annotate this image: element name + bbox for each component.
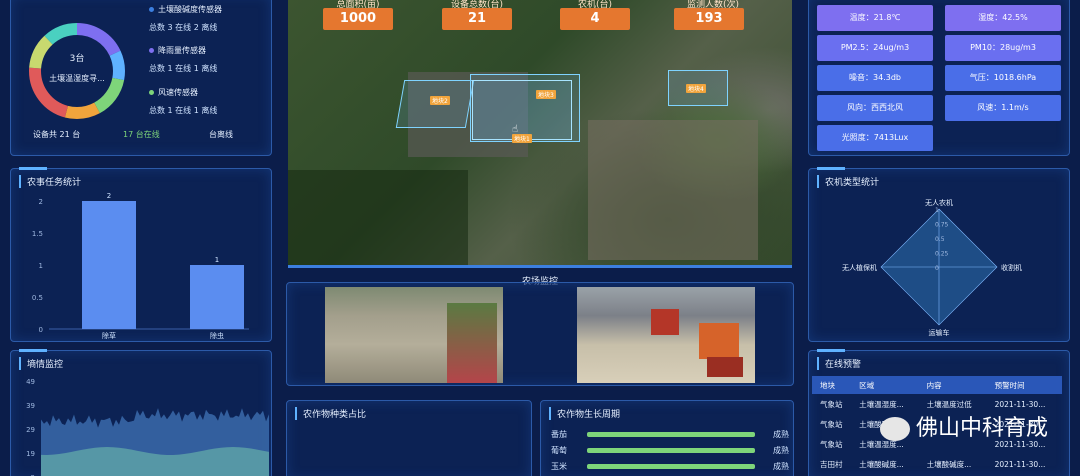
device-offline: 台离线 (209, 130, 233, 139)
crop-ratio-panel: 农作物种类占比 (286, 400, 532, 476)
env-wind-speed: 风速：1.1m/s (945, 95, 1061, 121)
device-item-ph: 土壤酸碱度传感器 (149, 4, 222, 15)
stat-machines-value: 4 (560, 8, 630, 30)
device-panel: 3台 土壤温湿度寻... 土壤酸碱度传感器 总数 3 在线 2 离线 降雨量传感… (10, 0, 272, 156)
growth-title: 农作物生长周期 (549, 407, 620, 420)
y-tick-label: 0 (39, 326, 43, 334)
env-noise: 噪音：34.3db (817, 65, 933, 91)
alarm-cell: 吉田村 (820, 459, 843, 469)
camera-feed-machinery[interactable] (577, 287, 755, 383)
alarm-title: 在线预警 (817, 357, 861, 370)
y-tick-label: 2 (39, 198, 43, 206)
x-tick-label: 除虫 (210, 331, 224, 339)
hand-cursor-icon: ☝ (512, 124, 519, 135)
y-tick-label: 1.5 (32, 230, 43, 238)
stat-area-value: 1000 (323, 8, 393, 30)
bar-data-label: 2 (107, 192, 111, 200)
farm-tasks-bar-chart: 2 1.5 1 0.5 0 2 除草 1 除虫 (32, 192, 249, 339)
alarm-col-area: 区域 (851, 376, 919, 394)
alarm-col-time: 预警时间 (986, 376, 1062, 394)
machine-types-panel: 农机类型统计 无人农机收割机运输车 无人植保机 1 0.75 0.5 0.25 0 (808, 167, 1070, 342)
alarm-col-content: 内容 (918, 376, 987, 394)
y-tick-label: 39 (26, 402, 35, 410)
camera-panel (286, 282, 794, 386)
growth-crop-label: 番茄 (551, 430, 567, 439)
y-tick-label: 29 (26, 426, 35, 434)
y-tick-label: 0.5 (32, 294, 43, 302)
plot-tag-4[interactable]: 地块4 (686, 84, 706, 93)
plot-area-3[interactable] (472, 80, 572, 140)
stat-visits-value: 193 (674, 8, 744, 30)
plot-tag-1[interactable]: 地块1 (512, 134, 532, 143)
alarm-cell: 气象站 (820, 419, 843, 429)
radar-axis-label: 收割机 (1001, 263, 1022, 272)
alarm-table-header: 地块 区域 内容 预警时间 (812, 376, 1062, 394)
table-row[interactable]: 吉田村 土壤酸碱度... 土壤酸碱度... 2021-11-30... (812, 454, 1062, 474)
bar (190, 265, 244, 329)
moisture-panel: 墒情监控 493929199 (10, 349, 272, 476)
radar-tick-label: 0.75 (935, 222, 949, 229)
crop-ratio-title: 农作物种类占比 (295, 407, 366, 420)
radar-tick-label: 0.5 (935, 236, 945, 243)
radar-axis-label: 运输车 (929, 328, 950, 337)
device-item-wind-status: 总数 1 在线 1 离线 (149, 106, 218, 115)
alarm-cell: 气象站 (820, 439, 843, 449)
bar-data-label: 1 (215, 256, 219, 264)
radar-axis-label: 无人农机 (925, 198, 953, 207)
plot-tag-2[interactable]: 地块2 (430, 96, 450, 105)
radar-axis-label: 无人植保机 (842, 263, 877, 272)
growth-progress-bar (587, 464, 755, 469)
env-wind-direction: 风向：西西北风 (817, 95, 933, 121)
y-tick-label: 49 (26, 378, 35, 386)
device-ring-chart: 3台 土壤温湿度寻... (29, 23, 125, 119)
device-item-rain: 降雨量传感器 (149, 45, 206, 56)
env-pm25: PM2.5：24ug/m3 (817, 35, 933, 61)
radar-tick-label: 1 (935, 207, 939, 214)
watermark-text: 佛山中科育成 (880, 410, 1048, 442)
growth-stage-label: 成熟 (773, 430, 789, 439)
machine-types-title: 农机类型统计 (817, 175, 879, 188)
device-item-ph-status: 总数 3 在线 2 离线 (149, 23, 218, 32)
growth-crop-label: 玉米 (551, 462, 567, 471)
farm-map[interactable]: 总面积(亩) 1000 设备总数(台) 21 农机(台) 4 监测人数(次) 1… (288, 0, 792, 268)
alarm-cell: 气象站 (820, 399, 843, 409)
device-online: 17 台在线 (123, 130, 160, 139)
growth-stage-label: 成熟 (773, 462, 789, 471)
growth-stage-label: 成熟 (773, 446, 789, 455)
growth-panel: 农作物生长周期 番茄 成熟 葡萄 成熟 玉米 成熟 (540, 400, 794, 476)
env-pressure: 气压：1018.6hPa (945, 65, 1061, 91)
device-item-rain-status: 总数 1 在线 1 离线 (149, 64, 218, 73)
y-tick-label: 1 (39, 262, 43, 270)
machine-types-radar-chart: 无人农机收割机运输车 无人植保机 1 0.75 0.5 0.25 0 (842, 198, 1022, 337)
bar (82, 201, 136, 329)
device-total: 设备共 21 台 (33, 130, 81, 139)
y-tick-label: 19 (26, 450, 35, 458)
radar-tick-label: 0 (935, 265, 939, 272)
growth-progress-bar (587, 432, 755, 437)
x-tick-label: 除草 (102, 331, 116, 339)
ring-center-count: 3台 (70, 52, 85, 64)
alarm-cell: 土壤酸碱度... (859, 459, 904, 469)
growth-progress-bar (587, 448, 755, 453)
alarm-cell: 土壤酸碱度... (926, 459, 972, 469)
env-pm10: PM10：28ug/m3 (945, 35, 1061, 61)
env-illuminance: 光照度：7413Lux (817, 125, 933, 151)
farm-tasks-panel: 农事任务统计 2 1.5 1 0.5 0 2 除草 1 除虫 (10, 167, 272, 342)
ring-center-label: 土壤温湿度寻... (49, 73, 105, 83)
stat-devices-value: 21 (442, 8, 512, 30)
growth-crop-label: 葡萄 (551, 446, 567, 455)
alarm-col-plot: 地块 (812, 376, 852, 394)
farm-tasks-title: 农事任务统计 (19, 175, 81, 188)
alarm-cell: 2021-11-30... (994, 459, 1046, 469)
moisture-title: 墒情监控 (19, 357, 63, 370)
plot-tag-3[interactable]: 地块3 (536, 90, 556, 99)
moisture-area-chart: 493929199 (26, 378, 269, 476)
env-humidity: 湿度：42.5% (945, 5, 1061, 31)
radar-tick-label: 0.25 (935, 251, 949, 258)
camera-feed-field[interactable] (325, 287, 503, 383)
wechat-icon (880, 417, 910, 441)
environment-panel: 温度：21.8℃ 湿度：42.5% PM2.5：24ug/m3 PM10：28u… (808, 0, 1070, 156)
device-item-wind: 风速传感器 (149, 87, 198, 98)
env-temperature: 温度：21.8℃ (817, 5, 933, 31)
